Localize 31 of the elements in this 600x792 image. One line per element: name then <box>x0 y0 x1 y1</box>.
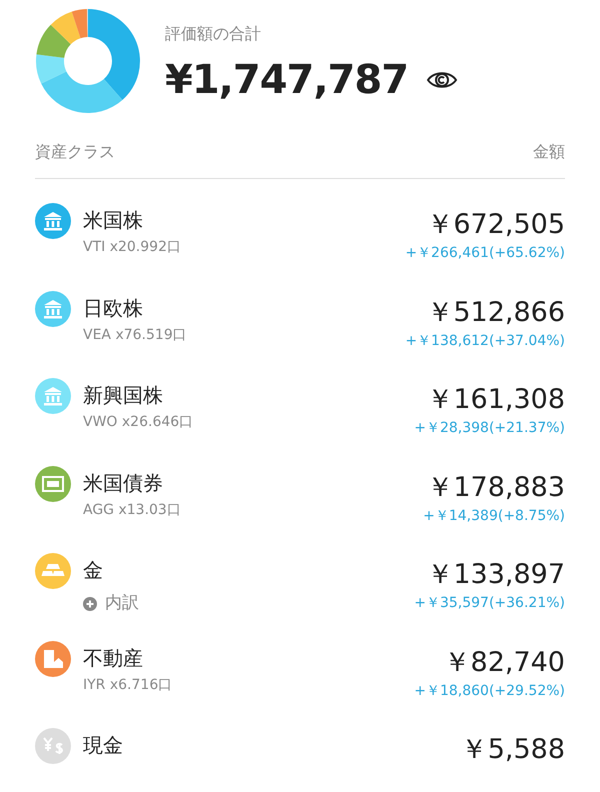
total-value: ¥1,747,787 <box>165 56 408 105</box>
asset-name: 日欧株 <box>83 294 144 320</box>
asset-gain: +￥28,398(+21.37%) <box>414 419 565 438</box>
asset-name: 米国株 <box>83 207 144 233</box>
asset-amount: ￥672,505 <box>426 209 565 241</box>
total-label: 評価額の合計 <box>165 23 262 45</box>
asset-holding: IYR x6.716口 <box>83 676 172 694</box>
asset-holding: VWO x26.646口 <box>83 413 194 432</box>
column-header: 金額 <box>533 141 565 163</box>
asset-name: 現金 <box>83 732 123 758</box>
asset-name: 新興国株 <box>83 382 164 408</box>
asset-amount: ￥82,740 <box>444 646 565 678</box>
asset-gain: +￥266,461(+65.62%) <box>405 244 565 263</box>
asset-name: 不動産 <box>83 644 144 670</box>
asset-gain: +￥14,389(+8.75%) <box>423 506 565 526</box>
asset-gain: +￥18,860(+29.52%) <box>414 682 565 700</box>
plus-icon <box>83 596 97 611</box>
asset-amount: ￥512,866 <box>426 296 565 328</box>
asset-amount: ￥161,308 <box>426 384 565 416</box>
asset-holding: VTI x20.992口 <box>83 238 181 257</box>
breakdown-button[interactable]: 内訳 <box>83 591 139 616</box>
column-header: 資産クラス <box>35 141 115 163</box>
asset-amount: ￥5,588 <box>460 734 565 766</box>
asset-name: 米国債券 <box>83 470 164 496</box>
asset-holding: AGG x13.03口 <box>83 500 181 520</box>
asset-holding: VEA x76.519口 <box>83 326 187 344</box>
asset-amount: ￥178,883 <box>426 472 565 504</box>
asset-gain: +￥138,612(+37.04%) <box>405 332 565 350</box>
asset-gain: +￥35,597(+36.21%) <box>414 594 565 613</box>
asset-amount: ￥133,897 <box>426 559 565 591</box>
asset-name: 金 <box>83 557 104 583</box>
